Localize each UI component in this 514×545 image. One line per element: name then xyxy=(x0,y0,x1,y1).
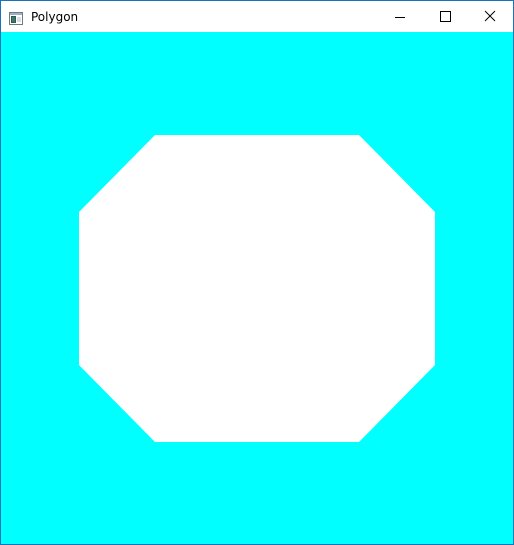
minimize-button[interactable] xyxy=(377,1,423,32)
polygon-window: Polygon xyxy=(0,0,514,545)
maximize-button[interactable] xyxy=(422,1,468,32)
octagon-shape xyxy=(79,135,435,442)
close-icon xyxy=(484,10,496,22)
maximize-icon xyxy=(440,11,451,22)
canvas-svg xyxy=(1,32,513,544)
drawing-canvas[interactable] xyxy=(1,32,513,544)
title-bar[interactable]: Polygon xyxy=(1,1,513,32)
close-button[interactable] xyxy=(467,1,513,32)
app-window-icon[interactable] xyxy=(9,10,23,25)
window-title: Polygon xyxy=(31,10,79,24)
minimize-icon xyxy=(395,17,405,18)
